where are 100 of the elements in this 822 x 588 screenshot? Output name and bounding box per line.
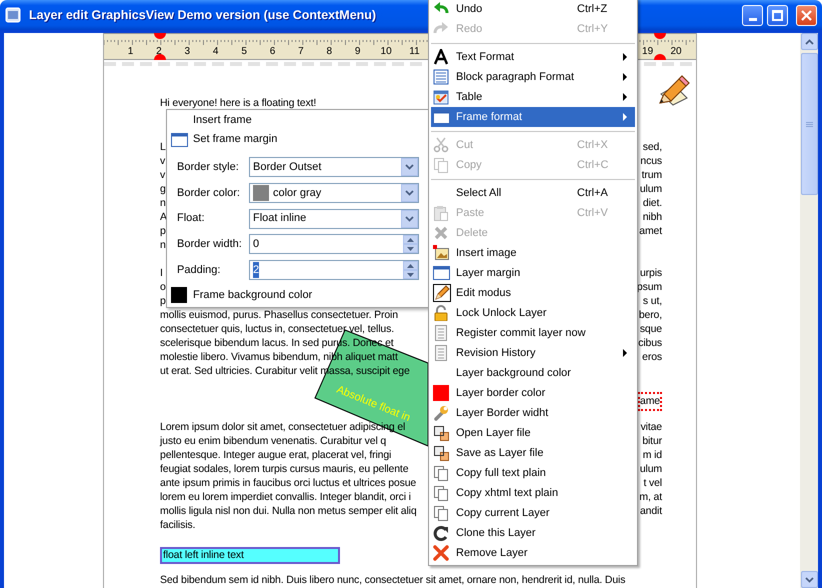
indent-marker[interactable] [154,33,166,60]
menu-item[interactable]: Insert image [431,243,635,263]
table-icon [433,89,449,105]
text-fragment: p [160,294,166,308]
menu-item[interactable]: Frame background color [167,286,429,305]
image-icon [433,245,449,261]
text-fragment: mollis ligula nisl non dui. Nulla non metus semper elit aliq [160,504,417,518]
shortcut-text: Ctrl+V [577,206,609,221]
text-fragment: bero, [638,308,662,322]
text-fragment: nibh [642,210,662,224]
document-icon [433,325,449,341]
text-fragment: o [160,280,166,294]
menu-label: Copy xhtml text plain [456,486,560,501]
menu-item[interactable]: Save as Layer file [431,443,635,463]
dropdown-button[interactable] [401,210,418,228]
scissors-icon [433,137,449,153]
dropdown-button[interactable] [401,158,418,176]
menu-item[interactable]: Frame format [431,107,635,127]
close-button[interactable] [796,4,817,26]
spin-down-button[interactable] [403,244,418,254]
submenu-arrow-icon [623,93,627,101]
menu-label: Redo [456,22,484,37]
ruler-number: 1 [128,46,134,57]
list-icon [433,69,449,85]
menu-item[interactable]: Register commit layer now [431,323,635,343]
menu-label: Save as Layer file [456,446,544,461]
ruler-number: 3 [184,46,190,57]
menu-label: Undo [456,2,484,17]
menu-item[interactable]: Layer margin [431,263,635,283]
indent-marker[interactable] [654,33,666,60]
menu-item[interactable]: Open Layer file [431,423,635,443]
text-fragment: v [160,168,166,182]
window-title: Layer edit GraphicsView Demo version (use ContextMenu) [29,6,376,24]
menu-item[interactable]: Table [431,87,635,107]
text-fragment: L [160,140,166,154]
menu-item[interactable]: Select All Ctrl+A [431,183,635,203]
text-fragment: feugiat sodales, lorem turpis cursus mauris, eu pellente [160,462,408,476]
menu-item[interactable]: Block paragraph Format [431,67,635,87]
submenu-arrow-icon [623,113,627,121]
menu-item[interactable]: Lock Unlock Layer [431,303,635,323]
heading-text: Hi everyone! here is a floating text! [160,96,316,110]
shortcut-text: Ctrl+C [577,158,610,173]
menu-item[interactable]: Clone this Layer [431,523,635,543]
triangle-down-icon [407,246,414,251]
dropdown[interactable]: Border Outset [249,157,419,177]
text-fragment: amet [639,224,662,238]
pencil-icon [433,284,451,302]
menu-item[interactable]: Edit modus [431,283,635,303]
menu-item[interactable]: Copy full text plain [431,463,635,483]
menu-item[interactable]: Set frame margin [167,130,429,149]
text-fragment: m, at [639,490,662,504]
menu-item[interactable]: Layer Border widht [431,403,635,423]
text-fragment: ulum [640,462,662,476]
copy-icon [433,485,449,501]
grip-icon [806,120,813,128]
menu-item[interactable]: Copy current Layer [431,503,635,523]
menu-item[interactable]: Text Format [431,47,635,67]
dropdown[interactable]: color gray [249,182,419,203]
menu-label: Layer border color [456,386,546,401]
shortcut-text: Ctrl+Y [577,22,609,37]
menu-label: Paste [456,206,486,221]
spin-up-button[interactable] [403,235,418,244]
menu-label: Text Format [456,50,516,65]
shortcut-text: Ctrl+Z [577,2,608,17]
maximize-button[interactable] [767,4,788,26]
scrollbar[interactable] [800,33,818,588]
spin-field[interactable]: 0 [249,234,419,254]
submenu-arrow-icon [623,53,627,61]
remove-icon [433,545,449,561]
menu-label: Layer Border widht [456,406,550,421]
text-fragment: urpis [640,266,662,280]
dropdown-button[interactable] [401,184,418,202]
scroll-thumb[interactable] [801,53,818,195]
circular-arrow-icon [433,525,449,541]
menu-item[interactable]: Insert frame [167,111,429,130]
chevron-down-icon [405,164,414,170]
ruler-number: 20 [670,46,682,57]
menu-item[interactable]: Remove Layer [431,543,635,563]
submenu-arrow-icon [623,73,627,81]
spin-field[interactable]: 2 [249,260,419,280]
field-label: Float: [177,211,206,226]
layers-icon [433,425,449,441]
text-fragment: diet. [642,196,662,210]
spin-up-button[interactable] [403,261,418,270]
copy-icon [433,505,449,521]
menu-item[interactable]: Undo Ctrl+Z [431,0,635,19]
spin-down-button[interactable] [403,270,418,280]
chevron-down-icon [405,216,414,222]
text-fragment: trum [642,168,662,182]
menu-item[interactable]: Copy xhtml text plain [431,483,635,503]
scroll-up-button[interactable] [801,33,818,50]
minimize-button[interactable] [742,4,763,26]
dropdown[interactable]: Float inline [249,208,419,229]
menu-item[interactable]: Layer border color [431,383,635,403]
text-fragment: sque [640,322,662,336]
menu-item[interactable]: Layer background color [431,363,635,383]
triangle-down-icon [407,272,414,277]
font-icon [433,49,449,65]
menu-item[interactable]: Revision History [431,343,635,363]
scroll-down-button[interactable] [801,571,818,588]
